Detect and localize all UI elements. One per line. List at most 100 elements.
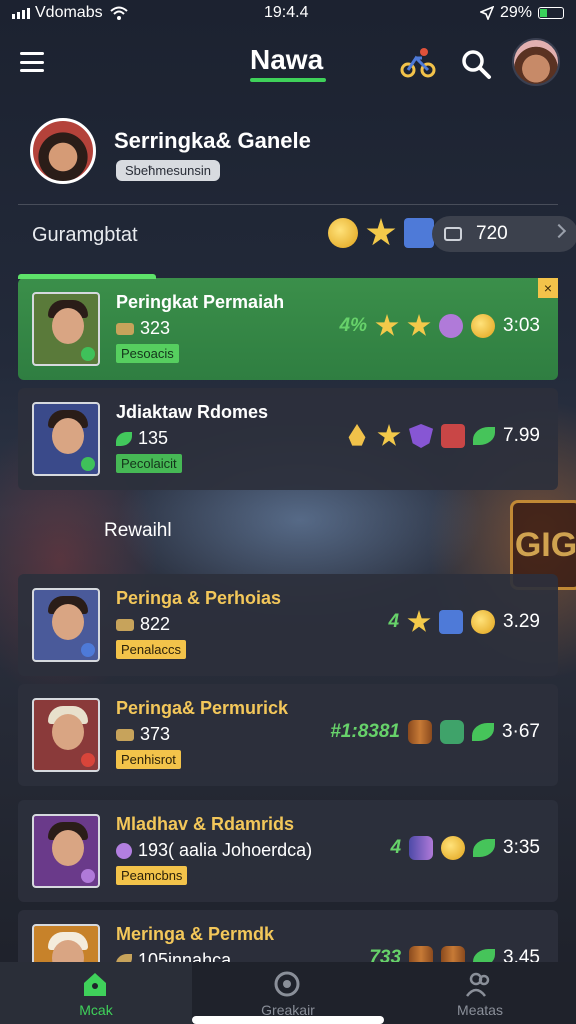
menu-icon[interactable] [20,52,44,72]
key-icon [116,618,134,631]
badge-icon [441,424,466,448]
row-count-value: 822 [140,614,171,634]
profile-tag: Sbeħmesunsin [116,160,220,181]
gear-icon [274,971,300,997]
row-count-value: 193( aalia Johoerdca) [138,840,313,860]
nav-item-settings[interactable]: Greakair [192,962,384,1024]
list-item[interactable]: Peringa & Perhoias 822 Penalaccs 4 3.29 [18,574,558,676]
points-value: 720 [476,223,508,244]
row-thumbnail [32,588,100,662]
star-icon [375,314,399,336]
row-name: Peringa & Perhoias [116,588,282,608]
row-count: 822 [116,614,170,635]
row-count: 193( aalia Johoerdca) [116,840,312,861]
row-lead: 4 [390,837,402,858]
chest-icon [404,218,434,248]
row-thumbnail [32,698,100,772]
user-avatar[interactable] [512,38,560,86]
flower-icon [116,842,132,859]
shield-icon [409,424,434,448]
row-name: Peringkat Permaiah [116,292,285,312]
bike-icon[interactable] [400,46,436,80]
list-item[interactable]: Peringkat Permaiah 323 Pesoacis 4% 3:03 … [18,274,558,380]
wifi-icon [109,6,128,20]
row-tag: Pecolaicit [116,454,182,473]
row-stats: 4 3:35 [390,836,540,860]
row-score: 3:03 [503,315,540,336]
key-icon [116,322,134,335]
battery-icon [538,7,564,19]
nav-label: Mcak [79,1002,113,1018]
carrier-name: Vdomabs [35,4,103,21]
home-icon [84,973,106,996]
badge-icon [439,610,464,634]
nav-item-home[interactable]: Mcak [0,962,192,1024]
reward-icons [328,218,434,248]
list-item[interactable]: Jdiaktaw Rdomes 135 Pecolaicit 7.99 [18,388,558,490]
home-indicator[interactable] [192,1016,384,1024]
page-title: Nawa [250,44,324,75]
coin-icon [328,218,358,248]
ticket-icon [444,227,462,241]
row-score: 7.99 [503,425,540,446]
coin-icon [471,314,496,338]
leaf-icon [473,427,496,445]
row-count-value: 323 [140,318,171,338]
nav-label: Meatas [457,1002,503,1018]
signal-icon [12,7,30,19]
row-stats: 4 3.29 [388,610,540,634]
row-count: 135 [116,428,168,449]
row-tag: Pesoacis [116,344,179,363]
barrel-icon [407,720,432,744]
profile-card: Serringka& Ganele Sbeħmesunsin Guramgbta… [18,104,576,274]
row-name: Mladhav & Rdamrids [116,814,295,834]
list-item[interactable]: Mladhav & Rdamrids 193( aalia Johoerdca)… [18,800,558,902]
row-name: Peringa& Permurick [116,698,289,718]
row-count-value: 373 [140,724,171,744]
row-lead: 4 [388,611,400,632]
badge-icon [439,720,464,744]
leaf-icon [116,431,132,446]
profile-avatar[interactable] [30,118,96,184]
star-icon [407,314,431,336]
leaf-icon [471,723,494,741]
drop-icon [348,424,366,446]
selection-bar [18,274,156,279]
nav-item-people[interactable]: Meatas [384,962,576,1024]
star-icon [377,424,401,446]
badge-icon [439,314,464,338]
row-score: 3:35 [503,837,540,858]
people-icon [466,972,490,997]
row-count-value: 135 [138,428,169,448]
row-stats: 4% 3:03 [340,314,540,338]
divider [18,204,558,205]
row-stats: #1:8381 3·67 [330,720,540,744]
leaf-icon [473,839,496,857]
location-icon [479,6,494,20]
bottom-nav: Mcak Greakair Meatas [0,962,576,1024]
row-thumbnail [32,814,100,888]
barrel-icon [409,836,434,860]
row-lead: 4% [339,315,368,336]
app-header: Nawa [0,34,576,96]
row-score: 3·67 [501,721,540,742]
section-label: Guramgbtat [32,224,138,246]
row-lead: #1:8381 [330,721,400,742]
profile-name: Serringka& Ganele [114,128,311,153]
row-name: Meringa & Permdk [116,924,275,944]
row-tag: Penalaccs [116,640,186,659]
list-item[interactable]: Peringa& Permurick 373 Penhisrot #1:8381… [18,684,558,786]
gear-star-icon [366,218,396,246]
status-bar: Vdomabs 19:4.4 29% [0,0,576,26]
clock: 19:4.4 [264,4,309,21]
row-name: Jdiaktaw Rdomes [116,402,269,422]
chevron-right-icon [551,223,567,239]
points-pill[interactable]: 720 [432,216,576,252]
row-stats: 7.99 [345,424,540,448]
row-count: 323 [116,318,170,339]
row-thumbnail [32,292,100,366]
row-thumbnail [32,402,100,476]
search-icon[interactable] [460,48,492,80]
close-icon[interactable]: × [538,278,558,298]
title-underline [250,78,326,82]
